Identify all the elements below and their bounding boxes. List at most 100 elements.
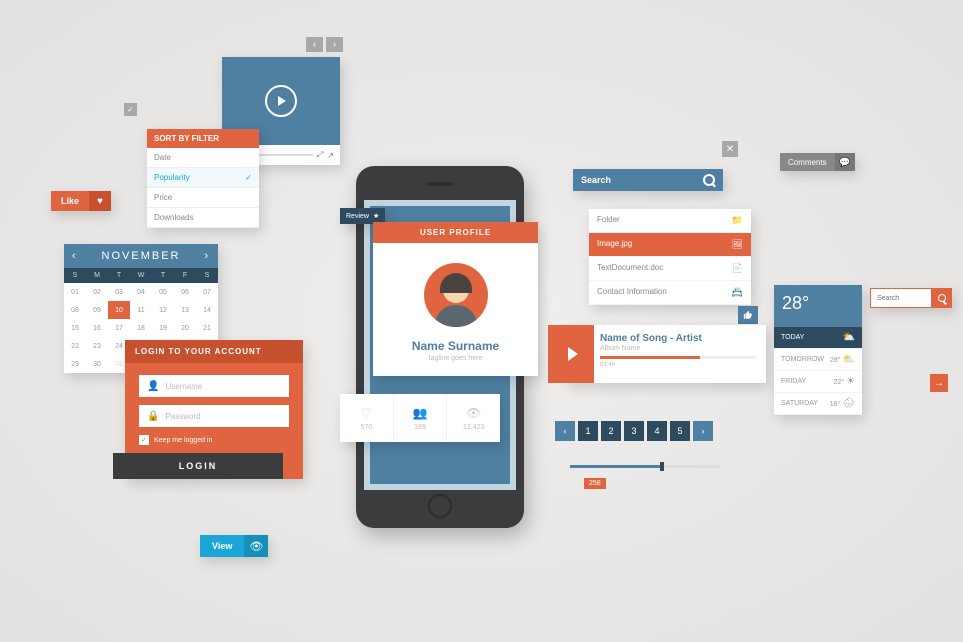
calendar-cell[interactable]: 13 [174,301,196,319]
calendar-cell[interactable]: 07 [196,283,218,301]
popout-icon[interactable]: ↗ [327,151,334,160]
calendar-cell[interactable]: 29 [64,355,86,373]
thumbs-up-button[interactable] [738,306,758,324]
slider-value: 258 [584,478,606,489]
calendar-day-header: T [152,268,174,283]
eye-icon: 👁 [466,406,481,420]
calendar-day-header: S [196,268,218,283]
stat-views[interactable]: 👁12,423 [447,394,500,442]
star-icon: ★ [373,212,379,220]
page-2[interactable]: 2 [601,421,621,441]
file-item[interactable]: TextDocument.doc📄 [589,257,751,281]
comments-button[interactable]: Comments 💬 [780,153,855,171]
stat-hearts[interactable]: ♡570 [340,394,394,442]
calendar-cell[interactable]: 09 [86,301,108,319]
search-icon [938,294,946,302]
calendar-cell[interactable]: 20 [174,319,196,337]
calendar-cell[interactable]: 11 [130,301,152,319]
page-4[interactable]: 4 [647,421,667,441]
calendar-next-button[interactable]: › [204,250,210,262]
filter-item-popularity[interactable]: Popularity✓ [147,168,259,188]
view-label: View [200,535,244,557]
remember-label: Keep me logged in [154,437,212,444]
comments-label: Comments [780,153,835,171]
search-input-small [870,288,952,308]
expand-icon[interactable]: ⤢ [317,150,323,160]
filter-item-date[interactable]: Date [147,148,259,168]
like-label: Like [51,191,89,211]
slider-handle[interactable] [660,462,664,471]
calendar-cell[interactable]: 04 [130,283,152,301]
filter-item-downloads[interactable]: Downloads [147,208,259,228]
calendar-cell[interactable]: 05 [152,283,174,301]
like-button[interactable]: Like ♥ [51,191,111,211]
weather-row[interactable]: FRIDAY22° ☀ [774,371,862,393]
calendar-cell[interactable]: 19 [152,319,174,337]
calendar-cell[interactable]: 15 [64,319,86,337]
image-icon: 🖼 [732,239,743,250]
profile-name: Name Surname [373,339,538,353]
search-bar[interactable]: Search [573,169,723,191]
calendar-cell[interactable]: 10 [108,301,130,319]
page-3[interactable]: 3 [624,421,644,441]
checkbox-checked-icon[interactable]: ✓ [124,103,137,116]
page-prev-button[interactable]: ‹ [555,421,575,441]
password-field[interactable]: 🔒 Password [139,405,289,427]
page-next-button[interactable]: › [693,421,713,441]
password-placeholder: Password [165,412,200,421]
remember-checkbox[interactable]: ✓ Keep me logged in [139,435,289,445]
play-icon[interactable] [265,85,297,117]
page-5[interactable]: 5 [670,421,690,441]
calendar-cell[interactable]: 23 [86,337,108,355]
username-field[interactable]: 👤 Username [139,375,289,397]
review-label: Review [346,213,369,220]
weather-widget: 28° TODAY ⛅TOMORROW28° ⛅FRIDAY22° ☀SATUR… [774,285,862,415]
music-play-button[interactable] [548,325,594,383]
calendar-cell[interactable]: 14 [196,301,218,319]
calendar-cell[interactable]: 06 [174,283,196,301]
users-icon: 👥 [413,406,428,420]
view-button[interactable]: View 👁 [200,535,268,557]
calendar-cell[interactable]: 18 [130,319,152,337]
login-button[interactable]: LOGIN [113,453,283,479]
calendar-prev-button[interactable]: ‹ [72,250,78,262]
slider[interactable] [570,465,720,468]
search-icon [703,174,715,186]
calendar-cell[interactable]: 08 [64,301,86,319]
stat-users[interactable]: 👥189 [394,394,448,442]
filter-item-price[interactable]: Price [147,188,259,208]
calendar-cell[interactable]: 12 [152,301,174,319]
sort-filter: SORT BY FILTER DatePopularity✓PriceDownl… [147,129,259,228]
calendar-cell[interactable]: 22 [64,337,86,355]
arrow-right-button[interactable]: → [930,374,948,392]
search-input[interactable] [870,288,932,308]
file-list: Folder📁Image.jpg🖼TextDocument.doc📄Contac… [589,209,751,305]
contact-icon: 📇 [732,287,743,298]
music-progress[interactable] [600,356,756,359]
calendar-cell[interactable]: 01 [64,283,86,301]
calendar-cell[interactable]: 03 [108,283,130,301]
nav-next-button[interactable]: › [326,37,343,52]
calendar-cell[interactable]: 21 [196,319,218,337]
search-submit-button[interactable] [932,288,952,308]
file-item[interactable]: Folder📁 [589,209,751,233]
music-album: Album Name [600,345,756,352]
weather-row[interactable]: TOMORROW28° ⛅ [774,349,862,371]
calendar-cell[interactable]: 30 [86,355,108,373]
profile-card: USER PROFILE Name Surname tagline goes h… [373,222,538,376]
calendar-cell[interactable]: 16 [86,319,108,337]
login-title: LOGIN TO YOUR ACCOUNT [125,340,303,363]
nav-prev-button[interactable]: ‹ [306,37,323,52]
weather-row[interactable]: TODAY ⛅ [774,327,862,349]
calendar-cell[interactable]: 02 [86,283,108,301]
calendar-day-header: M [86,268,108,283]
weather-row[interactable]: SATURDAY18° 🌧 [774,393,862,415]
profile-title: USER PROFILE [373,222,538,243]
close-button[interactable]: ✕ [722,141,738,157]
file-item[interactable]: Contact Information📇 [589,281,751,305]
rain-icon: 🌧 [842,398,855,409]
page-1[interactable]: 1 [578,421,598,441]
file-item[interactable]: Image.jpg🖼 [589,233,751,257]
heart-icon: ♡ [361,406,372,420]
calendar-cell[interactable]: 17 [108,319,130,337]
